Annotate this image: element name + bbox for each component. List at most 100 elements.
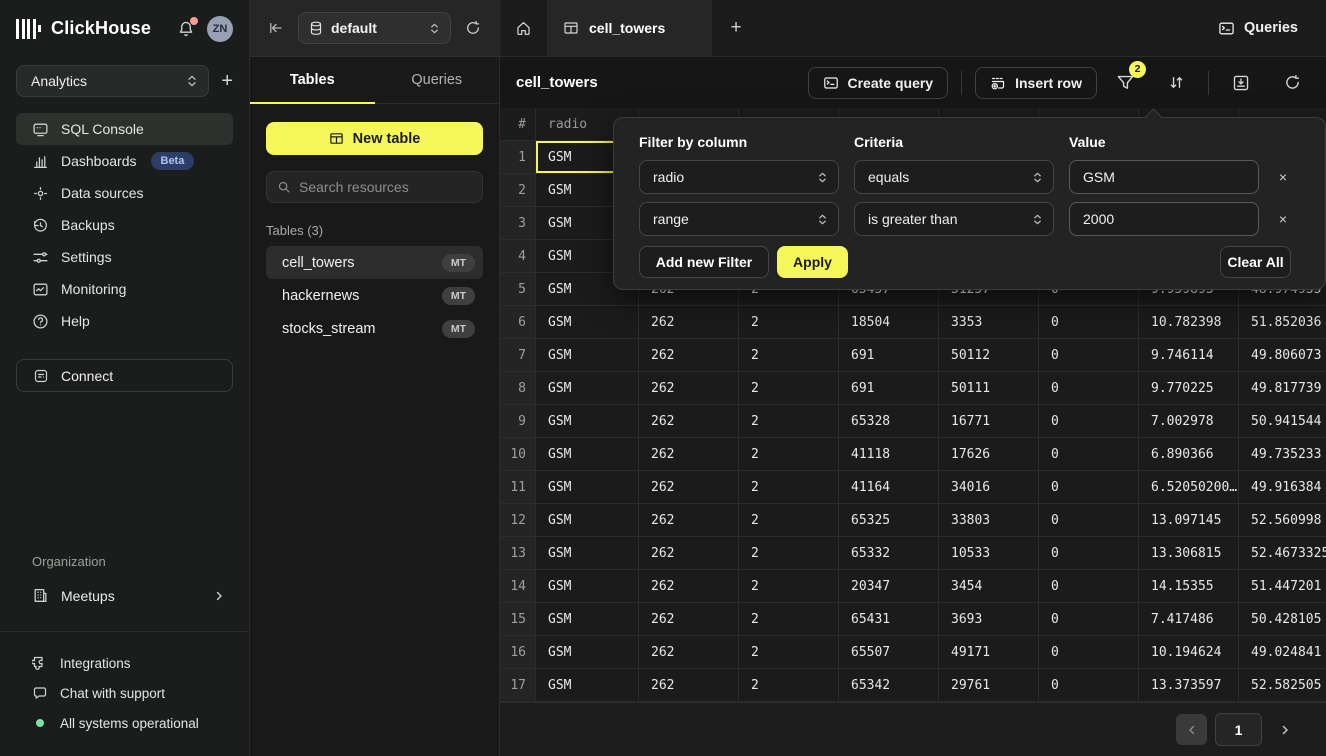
table-cell[interactable]: 41164 <box>839 471 939 504</box>
table-cell[interactable]: 0 <box>1039 669 1139 702</box>
table-cell[interactable]: 52.560998 <box>1239 504 1326 537</box>
table-cell[interactable]: 65328 <box>839 405 939 438</box>
sidebar-item-backups[interactable]: Backups <box>16 209 233 241</box>
table-cell[interactable]: 262 <box>639 372 739 405</box>
row-number-cell[interactable]: 7 <box>500 339 536 372</box>
refresh-data-button[interactable] <box>1278 69 1306 97</box>
table-cell[interactable]: 49.916384 <box>1239 471 1326 504</box>
table-cell[interactable]: 6.52050200… <box>1139 471 1239 504</box>
create-query-button[interactable]: Create query <box>808 67 949 99</box>
row-number-cell[interactable]: 3 <box>500 207 536 240</box>
table-cell[interactable]: 0 <box>1039 603 1139 636</box>
table-cell[interactable]: 6.890366 <box>1139 438 1239 471</box>
row-number-cell[interactable]: 15 <box>500 603 536 636</box>
sidebar-item-meetups[interactable]: Meetups <box>16 580 233 611</box>
table-cell[interactable]: 262 <box>639 471 739 504</box>
table-cell[interactable]: 50111 <box>939 372 1039 405</box>
row-number-cell[interactable]: 12 <box>500 504 536 537</box>
table-cell[interactable]: 0 <box>1039 636 1139 669</box>
sidebar-item-monitoring[interactable]: Monitoring <box>16 273 233 305</box>
new-table-button[interactable]: New table <box>266 122 483 155</box>
table-cell[interactable]: 0 <box>1039 306 1139 339</box>
table-cell[interactable]: 65325 <box>839 504 939 537</box>
tab-tables[interactable]: Tables <box>250 57 375 103</box>
table-cell[interactable]: 49.806073 <box>1239 339 1326 372</box>
filter-value-input[interactable] <box>1083 169 1248 185</box>
table-cell[interactable]: 10.782398 <box>1139 306 1239 339</box>
table-cell[interactable]: 0 <box>1039 570 1139 603</box>
row-number-cell[interactable]: 8 <box>500 372 536 405</box>
filter-button[interactable]: 2 <box>1111 69 1139 97</box>
collapse-panel-icon[interactable] <box>268 20 284 36</box>
row-number-cell[interactable]: 4 <box>500 240 536 273</box>
clear-all-filters-button[interactable]: Clear All <box>1220 246 1291 278</box>
row-number-cell[interactable]: 1 <box>500 141 536 174</box>
row-number-cell[interactable]: 16 <box>500 636 536 669</box>
table-cell[interactable]: 262 <box>639 306 739 339</box>
table-cell[interactable]: GSM <box>536 537 639 570</box>
table-cell[interactable]: GSM <box>536 669 639 702</box>
table-cell[interactable]: 49171 <box>939 636 1039 669</box>
row-number-cell[interactable]: 6 <box>500 306 536 339</box>
tab-queries[interactable]: Queries <box>375 57 500 103</box>
table-list-item-hackernews[interactable]: hackernews MT <box>266 279 483 312</box>
table-cell[interactable]: 3353 <box>939 306 1039 339</box>
table-cell[interactable]: 691 <box>839 372 939 405</box>
table-cell[interactable]: 17626 <box>939 438 1039 471</box>
sidebar-item-help[interactable]: Help <box>16 305 233 337</box>
table-cell[interactable]: 18504 <box>839 306 939 339</box>
table-cell[interactable]: 0 <box>1039 339 1139 372</box>
table-cell[interactable]: GSM <box>536 603 639 636</box>
table-cell[interactable]: 65431 <box>839 603 939 636</box>
workspace-select[interactable]: Analytics <box>16 65 209 97</box>
table-cell[interactable]: 50.941544 <box>1239 405 1326 438</box>
table-cell[interactable]: 65332 <box>839 537 939 570</box>
table-cell[interactable]: GSM <box>536 570 639 603</box>
table-cell[interactable]: 262 <box>639 504 739 537</box>
integrations-link[interactable]: Integrations <box>16 648 233 678</box>
table-cell[interactable]: 0 <box>1039 372 1139 405</box>
table-cell[interactable]: GSM <box>536 438 639 471</box>
sidebar-item-settings[interactable]: Settings <box>16 241 233 273</box>
sidebar-item-data-sources[interactable]: Data sources <box>16 177 233 209</box>
table-cell[interactable]: 262 <box>639 339 739 372</box>
row-number-cell[interactable]: 2 <box>500 174 536 207</box>
sidebar-item-dashboards[interactable]: Dashboards Beta <box>16 145 233 177</box>
table-cell[interactable]: 2 <box>739 306 839 339</box>
table-cell[interactable]: 2 <box>739 570 839 603</box>
table-cell[interactable]: 16771 <box>939 405 1039 438</box>
table-list-item-cell-towers[interactable]: cell_towers MT <box>266 246 483 279</box>
remove-filter-icon[interactable]: × <box>1272 166 1294 188</box>
table-cell[interactable]: 0 <box>1039 471 1139 504</box>
queries-button[interactable]: Queries <box>1218 20 1298 37</box>
row-number-header[interactable]: # <box>500 108 536 141</box>
row-number-cell[interactable]: 11 <box>500 471 536 504</box>
table-cell[interactable]: 9.770225 <box>1139 372 1239 405</box>
table-cell[interactable]: 2 <box>739 669 839 702</box>
table-cell[interactable]: 52.582505 <box>1239 669 1326 702</box>
table-cell[interactable]: 2 <box>739 339 839 372</box>
row-number-cell[interactable]: 9 <box>500 405 536 438</box>
table-cell[interactable]: GSM <box>536 306 639 339</box>
table-cell[interactable]: 2 <box>739 636 839 669</box>
table-cell[interactable]: 13.097145 <box>1139 504 1239 537</box>
table-cell[interactable]: 2 <box>739 537 839 570</box>
table-list-item-stocks-stream[interactable]: stocks_stream MT <box>266 312 483 345</box>
table-cell[interactable]: 2 <box>739 471 839 504</box>
table-cell[interactable]: 2 <box>739 372 839 405</box>
table-cell[interactable]: 49.817739 <box>1239 372 1326 405</box>
table-cell[interactable]: 51.852036 <box>1239 306 1326 339</box>
table-cell[interactable]: GSM <box>536 504 639 537</box>
next-page-button[interactable] <box>1270 714 1300 745</box>
table-cell[interactable]: 262 <box>639 537 739 570</box>
table-cell[interactable]: 65342 <box>839 669 939 702</box>
table-cell[interactable]: 13.373597 <box>1139 669 1239 702</box>
download-button[interactable] <box>1227 69 1255 97</box>
table-cell[interactable]: GSM <box>536 372 639 405</box>
new-tab-button[interactable]: + <box>712 0 760 56</box>
row-number-cell[interactable]: 13 <box>500 537 536 570</box>
table-cell[interactable]: GSM <box>536 339 639 372</box>
table-cell[interactable]: 262 <box>639 405 739 438</box>
table-cell[interactable]: 20347 <box>839 570 939 603</box>
chat-support-link[interactable]: Chat with support <box>16 678 233 708</box>
